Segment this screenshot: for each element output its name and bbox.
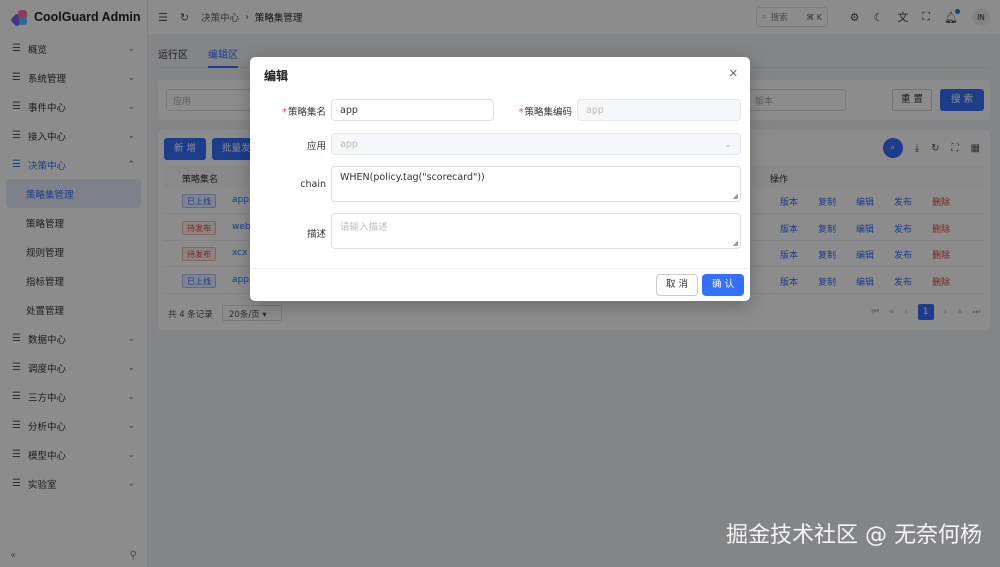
resize-handle-icon[interactable]: ◢: [733, 239, 738, 247]
chevron-down-icon: ⌄: [724, 139, 732, 150]
chain-value: WHEN(policy.tag("scorecard")): [340, 172, 485, 183]
policy-set-name-label: *策略集名: [282, 107, 326, 118]
description-placeholder: 请输入描述: [340, 222, 388, 233]
chain-textarea[interactable]: WHEN(policy.tag("scorecard")) ◢: [331, 166, 741, 202]
resize-handle-icon[interactable]: ◢: [733, 192, 738, 200]
description-textarea[interactable]: 请输入描述 ◢: [331, 213, 741, 249]
description-label: 描述: [306, 229, 326, 240]
chain-label: chain: [300, 179, 326, 190]
modal-title: 编辑: [264, 69, 289, 83]
policy-set-code-label: *策略集编码: [518, 107, 572, 118]
cancel-button[interactable]: 取 消: [656, 274, 698, 296]
app-label: 应用: [306, 141, 326, 152]
confirm-button[interactable]: 确 认: [702, 274, 744, 296]
app-select-value: app: [340, 139, 358, 150]
modal-footer-divider: [250, 268, 750, 269]
close-icon[interactable]: ✕: [729, 67, 738, 80]
watermark: 掘金技术社区 @ 无奈何杨: [726, 523, 982, 548]
edit-modal: 编辑 ✕ *策略集名 app *策略集编码 app 应用 app ⌄ chain…: [250, 57, 750, 301]
app-select: app ⌄: [331, 133, 741, 155]
policy-set-name-input[interactable]: app: [331, 99, 494, 121]
policy-set-code-input: app: [577, 99, 741, 121]
